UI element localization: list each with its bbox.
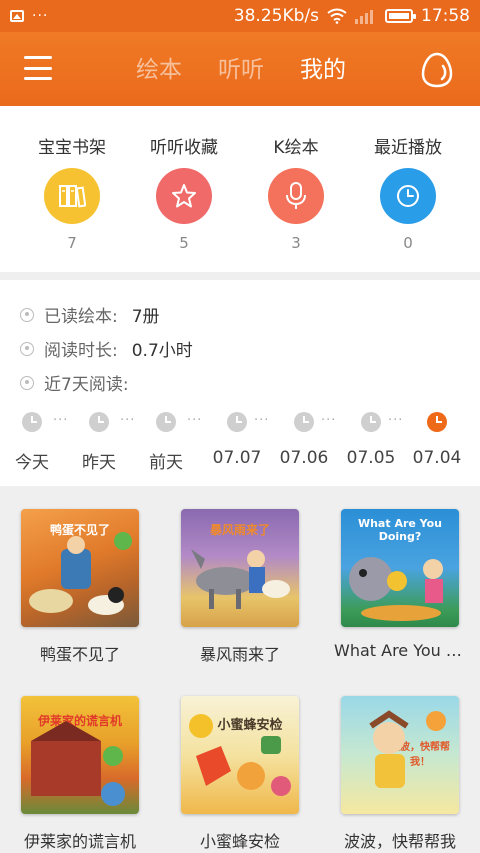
stat-label: 已读绘本: xyxy=(44,307,118,327)
shortcut-label: 宝宝书架 xyxy=(38,138,106,158)
day-label[interactable]: 07.04 xyxy=(402,448,472,468)
book-title: 伊莱家的谎言机 xyxy=(23,832,136,851)
shortcut-count: 3 xyxy=(291,234,301,252)
shortcut-count: 5 xyxy=(179,234,189,252)
network-speed: 38.25Kb/s xyxy=(233,6,319,26)
book-card[interactable]: 鸭蛋不见了 鸭蛋不见了 xyxy=(10,509,150,665)
book-title: 鸭蛋不见了 xyxy=(39,645,120,664)
reading-stats: 已读绘本: 7册 阅读时长: 0.7小时 近7天阅读: ··· ··· ··· … xyxy=(0,280,480,486)
clock-icon xyxy=(380,168,436,224)
status-bar: ··· 38.25Kb/s 17:58 xyxy=(0,0,480,32)
day-label[interactable]: 07.06 xyxy=(269,448,339,468)
tab-bar: 绘本 听听 我的 xyxy=(118,50,364,90)
day-dots: ··· xyxy=(187,413,203,428)
book-card[interactable]: 小蜜蜂安检 小蜜蜂安检 xyxy=(170,696,310,852)
shortcut-count: 7 xyxy=(67,234,77,252)
day-label[interactable]: 前天 xyxy=(131,448,201,473)
notification-dots: ··· xyxy=(32,8,49,24)
stat-recent-7-days: 近7天阅读: xyxy=(20,370,129,395)
book-grid: 鸭蛋不见了 鸭蛋不见了 暴风雨来了 暴风雨来了 What Are You Doi… xyxy=(0,488,480,853)
battery-icon xyxy=(385,9,416,23)
stat-label: 阅读时长: xyxy=(44,341,118,361)
shortcut-k-picture-book[interactable]: K绘本 3 xyxy=(241,106,351,252)
book-cover[interactable]: 波波，快帮帮我！ xyxy=(341,696,459,814)
day-dots: ··· xyxy=(388,413,404,428)
book-cover[interactable]: 鸭蛋不见了 xyxy=(21,509,139,627)
day-label[interactable]: 昨天 xyxy=(64,448,134,473)
book-cover[interactable]: 暴风雨来了 xyxy=(181,509,299,627)
clock-time: 17:58 xyxy=(421,6,470,26)
day-dots: ··· xyxy=(321,413,337,428)
bullet-icon xyxy=(20,341,34,356)
book-cover[interactable]: 小蜜蜂安检 xyxy=(181,696,299,814)
book-title: 小蜜蜂安检 xyxy=(199,832,280,851)
shortcut-listen-favorites[interactable]: 听听收藏 5 xyxy=(129,106,239,252)
day-dots: ··· xyxy=(120,413,136,428)
day-clock-icon[interactable] xyxy=(22,412,42,432)
book-card[interactable]: 波波，快帮帮我！ 波波，快帮帮我 xyxy=(330,696,470,852)
book-title: What Are You Doing? xyxy=(334,641,470,660)
day-label[interactable]: 07.05 xyxy=(336,448,406,468)
tab-picture-books[interactable]: 绘本 xyxy=(118,50,200,90)
day-clock-icon[interactable] xyxy=(156,412,176,432)
bullet-icon xyxy=(20,307,34,322)
menu-icon[interactable] xyxy=(24,56,52,80)
image-notification-icon xyxy=(10,10,24,22)
day-label[interactable]: 07.07 xyxy=(202,448,272,468)
stat-label: 近7天阅读: xyxy=(44,375,129,395)
book-card[interactable]: 伊莱家的谎言机 伊莱家的谎言机 xyxy=(10,696,150,852)
book-cover[interactable]: 伊莱家的谎言机 xyxy=(21,696,139,814)
day-clock-icon[interactable] xyxy=(89,412,109,432)
day-clock-icon-active[interactable] xyxy=(427,412,447,432)
book-title: 波波，快帮帮我 xyxy=(343,832,456,851)
bullet-icon xyxy=(20,375,34,390)
signal-icon xyxy=(355,10,373,24)
book-cover[interactable]: What Are You Doing? xyxy=(341,509,459,627)
day-clock-icon[interactable] xyxy=(294,412,314,432)
book-card[interactable]: 暴风雨来了 暴风雨来了 xyxy=(170,509,310,665)
day-label[interactable]: 今天 xyxy=(0,448,67,473)
stat-value: 7册 xyxy=(131,307,160,327)
microphone-icon xyxy=(268,168,324,224)
stat-value: 0.7小时 xyxy=(131,341,193,361)
day-dots: ··· xyxy=(53,413,69,428)
tab-listen[interactable]: 听听 xyxy=(200,50,282,90)
star-icon xyxy=(156,168,212,224)
day-clock-icon[interactable] xyxy=(361,412,381,432)
book-card[interactable]: What Are You Doing? What Are You Doing? xyxy=(330,509,470,660)
egg-icon[interactable] xyxy=(420,52,454,88)
day-dots: ··· xyxy=(254,413,270,428)
shortcut-panel: 宝宝书架 7 听听收藏 5 K绘本 3 最近播放 0 xyxy=(0,106,480,272)
bookshelf-icon xyxy=(44,168,100,224)
wifi-icon xyxy=(327,8,347,24)
shortcut-label: 最近播放 xyxy=(374,138,442,158)
stat-reading-duration: 阅读时长: 0.7小时 xyxy=(20,336,193,361)
book-title: 暴风雨来了 xyxy=(199,645,280,664)
shortcut-baby-bookshelf[interactable]: 宝宝书架 7 xyxy=(17,106,127,252)
stat-books-read: 已读绘本: 7册 xyxy=(20,302,160,327)
tab-mine[interactable]: 我的 xyxy=(282,50,364,90)
shortcut-label: K绘本 xyxy=(273,138,319,158)
shortcut-recently-played[interactable]: 最近播放 0 xyxy=(353,106,463,252)
shortcut-count: 0 xyxy=(403,234,413,252)
day-clock-icon[interactable] xyxy=(227,412,247,432)
shortcut-label: 听听收藏 xyxy=(150,138,218,158)
app-header: 绘本 听听 我的 xyxy=(0,32,480,106)
